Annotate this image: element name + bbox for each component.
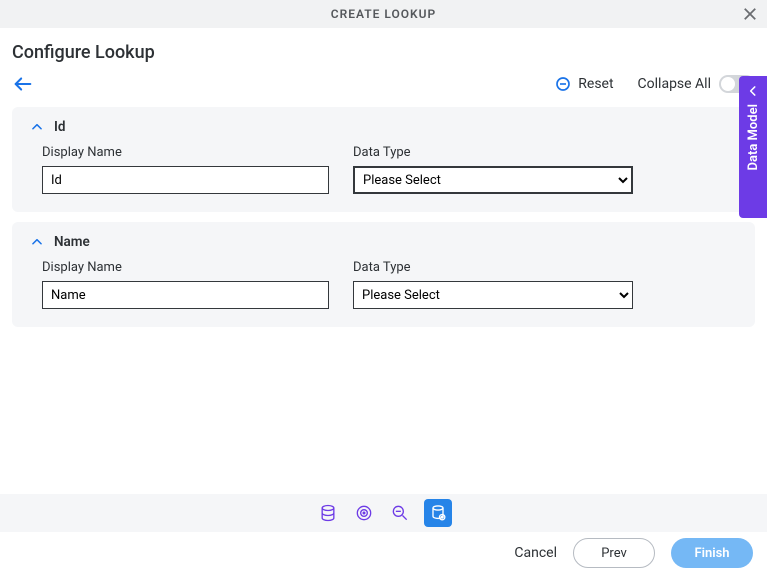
footer-bar: Cancel Prev Finish [0,532,767,574]
display-name-input[interactable] [42,166,329,194]
step-database-icon[interactable] [316,501,340,525]
back-arrow-icon[interactable] [12,73,34,95]
display-name-input[interactable] [42,281,329,309]
data-type-label: Data Type [353,145,633,160]
reset-button[interactable]: Reset [554,75,613,93]
toggle-knob-icon [721,77,735,91]
close-icon[interactable] [739,3,761,25]
section-name: Name Display Name Data Type Please Selec… [12,222,755,327]
step-target-icon[interactable] [352,501,376,525]
side-tab-label: Data Model [746,104,761,170]
data-type-select[interactable]: Please Select [353,281,633,309]
prev-button[interactable]: Prev [573,538,655,568]
title-bar-text: CREATE LOOKUP [331,7,437,21]
chevron-left-icon [746,84,760,98]
section-title: Id [54,119,65,135]
toolbar: Reset Collapse All [12,73,755,95]
data-type-label: Data Type [353,260,633,275]
section-title: Name [54,234,90,250]
section-header[interactable]: Id [30,119,737,135]
reset-label: Reset [578,76,613,92]
step-configure-icon[interactable] [424,499,452,527]
data-type-select[interactable]: Please Select [353,166,633,194]
cancel-button[interactable]: Cancel [514,545,557,561]
side-tab-data-model[interactable]: Data Model [739,76,767,218]
finish-button[interactable]: Finish [671,538,753,568]
display-name-label: Display Name [42,145,329,160]
collapse-all-label: Collapse All [638,76,711,92]
title-bar: CREATE LOOKUP [0,0,767,28]
stepper-bar [0,494,767,532]
chevron-up-icon [30,235,44,249]
reset-icon [554,75,572,93]
step-search-icon[interactable] [388,501,412,525]
page-title: Configure Lookup [12,42,755,63]
display-name-label: Display Name [42,260,329,275]
chevron-up-icon [30,120,44,134]
section-header[interactable]: Name [30,234,737,250]
section-id: Id Display Name Data Type Please Select [12,107,755,212]
